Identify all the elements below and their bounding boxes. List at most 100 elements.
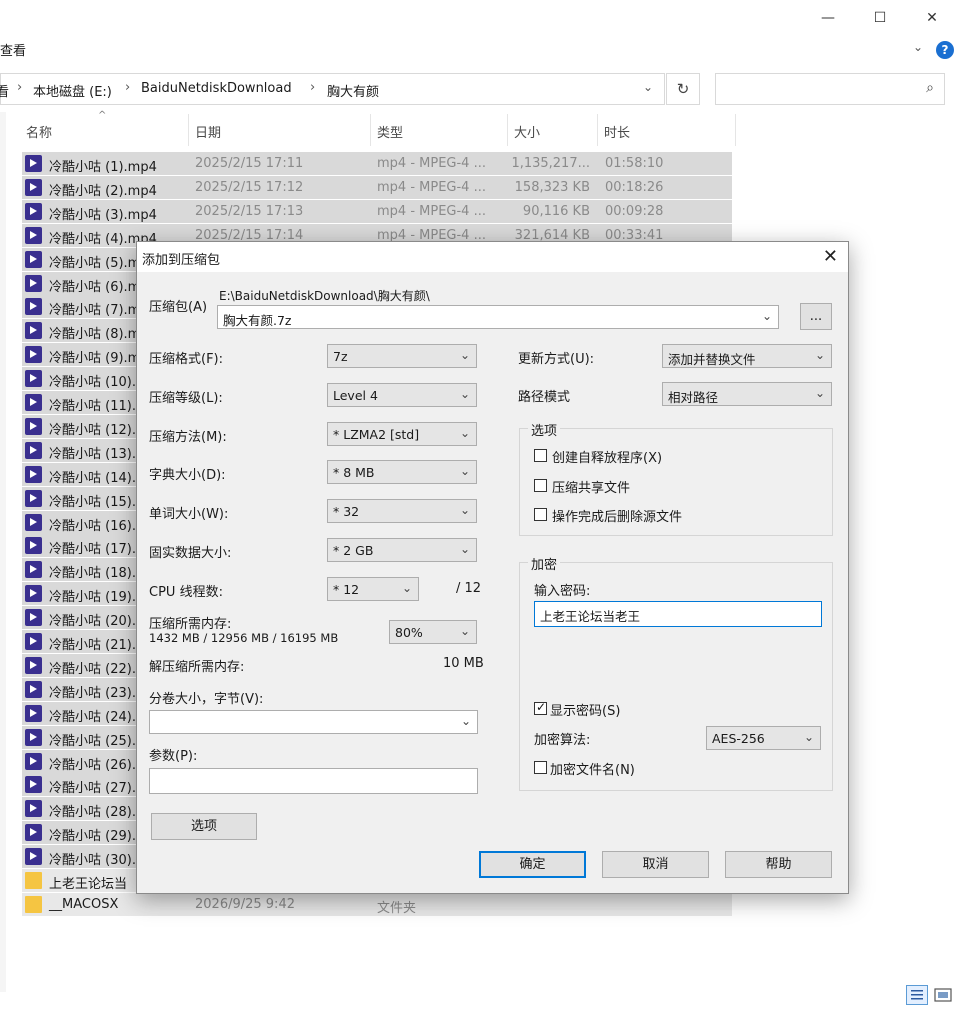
column-divider[interactable] — [370, 114, 371, 146]
show-password-checkbox[interactable] — [534, 700, 547, 715]
level-select[interactable]: Level 4 ⌄ — [327, 383, 477, 407]
file-name: 冷酷小咕 (16). — [49, 518, 136, 534]
column-header-duration[interactable]: 时长 — [604, 122, 630, 141]
large-icons-view-icon — [934, 988, 952, 1002]
cancel-button[interactable]: 取消 — [602, 851, 709, 878]
dictionary-select[interactable]: * 8 MB ⌄ — [327, 460, 477, 484]
encryption-group: 加密 输入密码: 上老王论坛当老王 显示密码(S) 加密算法: AES-256 ⌄… — [519, 554, 833, 791]
breadcrumb-item[interactable]: 看 — [0, 81, 9, 100]
file-row[interactable]: 冷酷小咕 (2).mp4 2025/2/15 17:12 mp4 - MPEG-4 … — [22, 175, 732, 199]
folder-icon — [25, 895, 42, 913]
address-bar[interactable]: 看 › 本地磁盘 (E:) › BaiduNetdiskDownload › 胸… — [0, 73, 665, 105]
delete-after-label[interactable]: 操作完成后删除源文件 — [552, 506, 682, 525]
video-file-icon — [25, 561, 42, 579]
file-row[interactable]: 冷酷小咕 (1).mp4 2025/2/15 17:11 mp4 - MPEG-4 … — [22, 152, 732, 175]
file-row[interactable]: 冷酷小咕 (3).mp4 2025/2/15 17:13 mp4 - MPEG-4 … — [22, 199, 732, 223]
column-divider[interactable] — [188, 114, 189, 146]
solid-block-select[interactable]: * 2 GB ⌄ — [327, 538, 477, 562]
column-divider[interactable] — [507, 114, 508, 146]
threads-select[interactable]: * 12 ⌄ — [327, 577, 419, 601]
browse-button[interactable]: ... — [800, 303, 832, 330]
maximize-button[interactable]: ☐ — [857, 4, 903, 32]
word-size-value: * 32 — [333, 504, 360, 519]
large-icons-view-button[interactable] — [932, 985, 954, 1005]
video-file-icon — [25, 728, 42, 746]
level-value: Level 4 — [333, 388, 378, 403]
video-file-icon — [25, 202, 42, 220]
path-mode-select[interactable]: 相对路径 ⌄ — [662, 382, 832, 406]
file-size: 158,323 KB — [514, 179, 590, 195]
chevron-down-icon[interactable]: ⌄ — [762, 309, 772, 323]
format-select[interactable]: 7z ⌄ — [327, 344, 477, 368]
column-header-type[interactable]: 类型 — [377, 122, 403, 141]
video-file-icon — [25, 585, 42, 603]
chevron-down-icon: ⌄ — [814, 386, 825, 400]
video-file-icon — [25, 370, 42, 388]
close-window-button[interactable]: ✕ — [909, 4, 955, 32]
split-size-input[interactable]: ⌄ — [149, 710, 478, 734]
column-header-name[interactable]: 名称 — [26, 122, 52, 141]
breadcrumb-separator-icon[interactable]: › — [17, 80, 22, 95]
encryption-method-value: AES-256 — [712, 731, 765, 746]
column-divider[interactable] — [735, 114, 736, 146]
encrypt-names-label[interactable]: 加密文件名(N) — [550, 759, 635, 778]
method-select[interactable]: * LZMA2 [std] ⌄ — [327, 422, 477, 446]
minimize-button[interactable]: — — [805, 4, 851, 32]
ok-button[interactable]: 确定 — [479, 851, 586, 878]
file-date: 2025/2/15 17:11 — [195, 156, 304, 171]
word-size-select[interactable]: * 32 ⌄ — [327, 499, 477, 523]
file-row[interactable]: __MACOSX 2026/9/25 9:42 文件夹 — [22, 892, 732, 916]
parameters-label: 参数(P): — [149, 749, 198, 764]
video-file-icon — [25, 155, 42, 172]
breadcrumb-item[interactable]: 本地磁盘 (E:) — [33, 81, 112, 100]
breadcrumb-separator-icon[interactable]: › — [125, 80, 130, 95]
sfx-label[interactable]: 创建自释放程序(X) — [552, 447, 662, 466]
file-size: 1,135,217... — [511, 156, 590, 171]
encryption-method-select[interactable]: AES-256 ⌄ — [706, 726, 821, 750]
chevron-down-icon[interactable]: ⌄ — [643, 80, 653, 94]
file-name: 冷酷小咕 (17). — [49, 542, 136, 558]
options-group: 选项 创建自释放程序(X) 压缩共享文件 操作完成后删除源文件 — [519, 420, 833, 536]
dictionary-value: * 8 MB — [333, 465, 375, 480]
file-name: 冷酷小咕 (28). — [49, 805, 136, 821]
video-file-icon — [25, 656, 42, 674]
path-mode-label: 路径模式 — [518, 390, 571, 405]
breadcrumb-item[interactable]: BaiduNetdiskDownload — [141, 81, 292, 96]
details-view-button[interactable] — [906, 985, 928, 1005]
video-file-icon — [25, 298, 42, 316]
video-file-icon — [25, 178, 42, 196]
help-button[interactable]: 帮助 — [725, 851, 832, 878]
ribbon-tab-view[interactable]: 查看 — [0, 40, 26, 59]
search-input[interactable]: ⌕ — [715, 73, 945, 105]
archive-name-field[interactable]: 胸大有颜.7z ⌄ — [217, 305, 779, 329]
refresh-button[interactable]: ↻ — [666, 73, 700, 105]
solid-block-value: * 2 GB — [333, 543, 374, 558]
close-icon[interactable]: ✕ — [823, 246, 838, 267]
file-name: 冷酷小咕 (12). — [49, 422, 136, 438]
delete-after-checkbox[interactable] — [534, 508, 547, 521]
video-file-icon — [25, 417, 42, 435]
video-file-icon — [25, 441, 42, 459]
breadcrumb-separator-icon[interactable]: › — [310, 80, 315, 95]
parameters-input[interactable] — [149, 768, 478, 794]
breadcrumb-item-current[interactable]: 胸大有颜 — [327, 81, 379, 100]
help-icon[interactable]: ? — [936, 41, 954, 59]
memory-percent-select[interactable]: 80% ⌄ — [389, 620, 477, 644]
ribbon-expand-chevron-icon[interactable]: ⌄ — [913, 40, 923, 54]
chevron-down-icon[interactable]: ⌄ — [461, 714, 471, 728]
update-mode-select[interactable]: 添加并替换文件 ⌄ — [662, 344, 832, 368]
column-header-size[interactable]: 大小 — [514, 122, 540, 141]
file-name: 冷酷小咕 (11). — [49, 399, 136, 414]
password-input[interactable]: 上老王论坛当老王 — [534, 601, 822, 627]
sfx-checkbox[interactable] — [534, 449, 547, 462]
chevron-down-icon: ⌄ — [459, 464, 470, 478]
show-password-label[interactable]: 显示密码(S) — [550, 700, 620, 719]
encrypt-names-checkbox[interactable] — [534, 761, 547, 774]
column-header-date[interactable]: 日期 — [195, 122, 221, 141]
dialog-titlebar[interactable]: 添加到压缩包 ✕ — [137, 242, 848, 272]
shared-files-label[interactable]: 压缩共享文件 — [552, 477, 630, 496]
column-divider[interactable] — [597, 114, 598, 146]
sort-ascending-icon: ^ — [98, 110, 107, 121]
shared-files-checkbox[interactable] — [534, 479, 547, 492]
options-button[interactable]: 选项 — [151, 813, 257, 840]
